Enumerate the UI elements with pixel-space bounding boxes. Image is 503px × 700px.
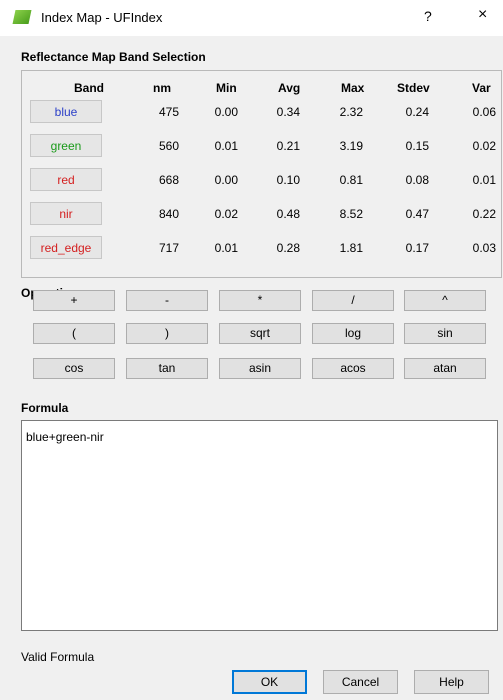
cell-max: 2.32 [339,105,363,119]
cell-max: 8.52 [339,207,363,221]
cell-avg: 0.34 [276,105,300,119]
title-bar: Index Map - UFIndex ? × [0,0,503,36]
op-button-atan[interactable]: atan [404,358,486,379]
band-button-nir[interactable]: nir [30,202,102,225]
op-button-minus[interactable]: - [126,290,208,311]
col-header-max: Max [341,81,365,95]
formula-input[interactable]: blue+green-nir [21,420,498,631]
cell-stdev: 0.08 [405,173,429,187]
op-button-plus[interactable]: + [33,290,115,311]
cell-stdev: 0.24 [405,105,429,119]
cell-avg: 0.28 [276,241,300,255]
band-button-red[interactable]: red [30,168,102,191]
cell-max: 1.81 [339,241,363,255]
ok-button[interactable]: OK [232,670,307,694]
cell-min: 0.01 [214,241,238,255]
formula-text[interactable]: blue+green-nir [26,430,104,444]
op-button-multiply[interactable]: * [219,290,301,311]
op-button-close-paren[interactable]: ) [126,323,208,344]
cell-stdev: 0.15 [405,139,429,153]
app-icon [12,10,32,24]
cell-min: 0.00 [214,105,238,119]
cell-var: 0.22 [472,207,496,221]
op-button-open-paren[interactable]: ( [33,323,115,344]
band-button-red-edge[interactable]: red_edge [30,236,102,259]
col-header-nm: nm [153,81,171,95]
cell-nm: 840 [158,207,179,221]
cell-avg: 0.21 [276,139,300,153]
op-button-log[interactable]: log [312,323,394,344]
formula-title: Formula [21,401,69,415]
cell-avg: 0.48 [276,207,300,221]
op-button-divide[interactable]: / [312,290,394,311]
cell-nm: 560 [158,139,179,153]
cell-min: 0.01 [214,139,238,153]
cell-min: 0.00 [214,173,238,187]
col-header-var: Var [472,81,491,95]
cell-nm: 668 [158,173,179,187]
cell-nm: 475 [158,105,179,119]
cell-var: 0.01 [472,173,496,187]
op-button-sin[interactable]: sin [404,323,486,344]
cell-var: 0.06 [472,105,496,119]
band-table: Band nm Min Avg Max Stdev Var blue 475 0… [21,70,502,278]
cell-max: 0.81 [339,173,363,187]
help-button[interactable]: Help [414,670,489,694]
cancel-button[interactable]: Cancel [323,670,398,694]
cell-var: 0.02 [472,139,496,153]
op-button-tan[interactable]: tan [126,358,208,379]
validation-status: Valid Formula [21,650,95,664]
col-header-min: Min [216,81,237,95]
op-button-cos[interactable]: cos [33,358,115,379]
cell-stdev: 0.47 [405,207,429,221]
cell-min: 0.02 [214,207,238,221]
band-button-green[interactable]: green [30,134,102,157]
op-button-asin[interactable]: asin [219,358,301,379]
bands-section-title: Reflectance Map Band Selection [21,50,206,64]
cell-avg: 0.10 [276,173,300,187]
cell-max: 3.19 [339,139,363,153]
op-button-acos[interactable]: acos [312,358,394,379]
cell-stdev: 0.17 [405,241,429,255]
op-button-power[interactable]: ^ [404,290,486,311]
cell-var: 0.03 [472,241,496,255]
col-header-band: Band [74,81,104,95]
band-button-blue[interactable]: blue [30,100,102,123]
window-title: Index Map - UFIndex [41,10,163,25]
col-header-stdev: Stdev [397,81,430,95]
close-icon[interactable]: × [478,6,487,24]
cell-nm: 717 [158,241,179,255]
help-icon[interactable]: ? [424,8,432,24]
col-header-avg: Avg [278,81,301,95]
op-button-sqrt[interactable]: sqrt [219,323,301,344]
